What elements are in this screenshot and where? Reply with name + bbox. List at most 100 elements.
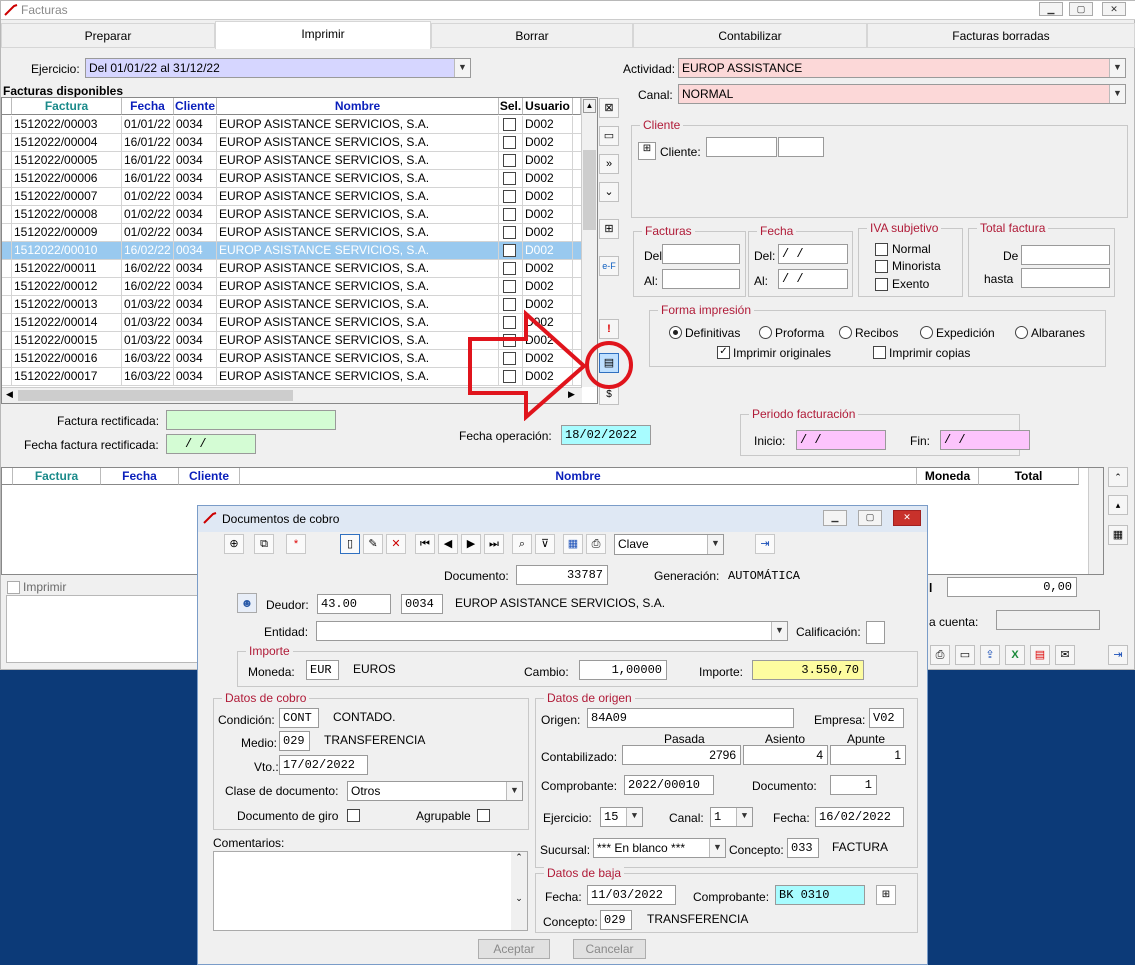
tab-imprimir[interactable]: Imprimir <box>215 21 431 49</box>
fecha-del-input[interactable]: / / <box>778 244 848 264</box>
table-row[interactable]: 1512022/00007 01/02/22 0034 EUROP ASISTANCE… <box>2 188 581 206</box>
new-record-icon[interactable]: ⊕ <box>224 534 244 554</box>
table-row[interactable]: 1512022/00005 16/01/22 0034 EUROP ASISTANCE… <box>2 152 581 170</box>
moneda-input[interactable]: EUR <box>306 660 339 680</box>
sel-checkbox[interactable] <box>503 118 516 131</box>
agrupable-checkbox[interactable] <box>477 809 490 822</box>
copias-checkbox[interactable] <box>873 346 886 359</box>
e-factura-icon[interactable]: e-F <box>599 256 619 276</box>
printer-icon[interactable]: ⎙ <box>586 534 606 554</box>
col-fecha[interactable]: Fecha <box>122 98 174 115</box>
table-row[interactable]: 1512022/00010 16/02/22 0034 EUROP ASISTANCE… <box>2 242 581 260</box>
user-icon[interactable]: ☻ <box>237 593 257 613</box>
grid-icon[interactable]: ▦ <box>563 534 583 554</box>
exit-icon[interactable]: ⇥ <box>1108 645 1128 665</box>
move-up-icon[interactable]: ▴ <box>1108 495 1128 515</box>
move-top-icon[interactable]: ⌃ <box>1108 467 1128 487</box>
iva-normal-checkbox[interactable] <box>875 243 888 256</box>
apunte-input[interactable]: 1 <box>830 745 906 765</box>
col-cliente[interactable]: Cliente <box>174 98 217 115</box>
ejercicio-select[interactable]: Del 01/01/22 al 31/12/22 ▼ <box>85 58 471 78</box>
imprimir-text-area[interactable] <box>6 595 201 663</box>
bottom-col-fecha[interactable]: Fecha <box>101 468 179 485</box>
concepto-input[interactable]: 033 <box>787 838 819 858</box>
periodo-fin-input[interactable]: / / <box>940 430 1030 450</box>
tab-preparar[interactable]: Preparar <box>1 23 215 48</box>
clave-select[interactable]: Clave ▼ <box>614 534 724 555</box>
printer-icon[interactable]: ⎙ <box>930 645 950 665</box>
aceptar-button[interactable]: Aceptar <box>478 939 550 959</box>
required-icon[interactable]: * <box>286 534 306 554</box>
facturas-al-input[interactable] <box>662 269 740 289</box>
deudor-cuenta-input[interactable]: 43.00 <box>317 594 391 614</box>
condicion-input[interactable]: CONT <box>279 708 319 728</box>
client-lookup-icon[interactable]: ⊞ <box>638 142 656 160</box>
sel-checkbox[interactable] <box>503 244 516 257</box>
sel-checkbox[interactable] <box>503 280 516 293</box>
radio-albaranes[interactable] <box>1015 326 1028 339</box>
baja-concepto-input[interactable]: 029 <box>600 910 632 930</box>
periodo-inicio-input[interactable]: / / <box>796 430 886 450</box>
table-row[interactable]: 1512022/00004 16/01/22 0034 EUROP ASISTANCE… <box>2 134 581 152</box>
hscroll-thumb[interactable] <box>18 390 293 401</box>
tab-facturas-borradas[interactable]: Facturas borradas <box>867 23 1135 48</box>
cambio-input[interactable]: 1,00000 <box>579 660 667 680</box>
imprimir-checkbox[interactable] <box>7 581 20 594</box>
table-row[interactable]: 1512022/00011 16/02/22 0034 EUROP ASISTANCE… <box>2 260 581 278</box>
table-row[interactable]: 1512022/00009 01/02/22 0034 EUROP ASISTANCE… <box>2 224 581 242</box>
sel-checkbox[interactable] <box>503 172 516 185</box>
prev-record-icon[interactable]: ◀ <box>438 534 458 554</box>
fecha-rectificada-input[interactable]: / / <box>166 434 256 454</box>
bottom-vertical-scrollbar[interactable] <box>1088 468 1103 574</box>
radio-proforma[interactable] <box>759 326 772 339</box>
radio-recibos[interactable] <box>839 326 852 339</box>
bottom-col-nombre[interactable]: Nombre <box>240 468 917 485</box>
canal-select[interactable]: NORMAL ▼ <box>678 84 1126 104</box>
scroll-up-icon[interactable]: ▲ <box>583 99 596 113</box>
sel-checkbox[interactable] <box>503 262 516 275</box>
email-icon[interactable]: ✉ <box>1055 645 1075 665</box>
importe-input[interactable]: 3.550,70 <box>752 660 864 680</box>
actividad-select[interactable]: EUROP ASSISTANCE ▼ <box>678 58 1126 78</box>
canal-dialog-select[interactable]: 1 ▼ <box>710 807 753 827</box>
comentarios-textarea[interactable]: ⌃ ⌄ <box>213 851 528 931</box>
upload-icon[interactable]: ⇪ <box>980 645 1000 665</box>
search-report-icon[interactable]: ⊞ <box>599 219 619 239</box>
delete-icon[interactable]: ✕ <box>386 534 406 554</box>
vto-input[interactable]: 17/02/2022 <box>279 755 368 775</box>
select-all-icon[interactable]: ⊠ <box>599 98 619 118</box>
table-row[interactable]: 1512022/00006 16/01/22 0034 EUROP ASISTANCE… <box>2 170 581 188</box>
scroll-thumb[interactable] <box>583 150 596 230</box>
documento-input[interactable]: 33787 <box>516 565 608 585</box>
scroll-left-icon[interactable]: ◀ <box>6 389 13 400</box>
sel-checkbox[interactable] <box>503 190 516 203</box>
cancelar-button[interactable]: Cancelar <box>573 939 646 959</box>
radio-expedicion[interactable] <box>920 326 933 339</box>
bottom-col-cliente[interactable]: Cliente <box>179 468 240 485</box>
fecha-al-input[interactable]: / / <box>778 269 848 289</box>
originales-checkbox[interactable]: ✓ <box>717 346 730 359</box>
origen-input[interactable]: 84A09 <box>587 708 794 728</box>
col-factura[interactable]: Factura <box>12 98 122 115</box>
fecha-operacion-input[interactable]: 18/02/2022 <box>561 425 651 445</box>
screen-preview-icon[interactable]: ▭ <box>955 645 975 665</box>
iva-minorista-checkbox[interactable] <box>875 260 888 273</box>
pdf-icon[interactable]: ▤ <box>1030 645 1050 665</box>
next-record-icon[interactable]: ▶ <box>461 534 481 554</box>
exit-icon[interactable]: ⇥ <box>755 534 775 554</box>
table-row[interactable]: 1512022/00012 16/02/22 0034 EUROP ASISTANCE… <box>2 278 581 296</box>
factura-rectificada-input[interactable] <box>166 410 336 430</box>
excel-icon[interactable]: X <box>1005 645 1025 665</box>
calificacion-input[interactable] <box>866 621 885 644</box>
document-icon[interactable]: ▯ <box>340 534 360 554</box>
bottom-col-total[interactable]: Total <box>979 468 1079 485</box>
sel-checkbox[interactable] <box>503 154 516 167</box>
sel-checkbox[interactable] <box>503 226 516 239</box>
cliente-code-input[interactable] <box>706 137 777 157</box>
filter-icon[interactable]: ⊽ <box>535 534 555 554</box>
total-de-input[interactable] <box>1021 245 1110 265</box>
col-usuario[interactable]: Usuario <box>523 98 573 115</box>
split-view-icon[interactable]: ▭ <box>599 126 619 146</box>
col-nombre[interactable]: Nombre <box>217 98 499 115</box>
table-row[interactable]: 1512022/00008 01/02/22 0034 EUROP ASISTANCE… <box>2 206 581 224</box>
